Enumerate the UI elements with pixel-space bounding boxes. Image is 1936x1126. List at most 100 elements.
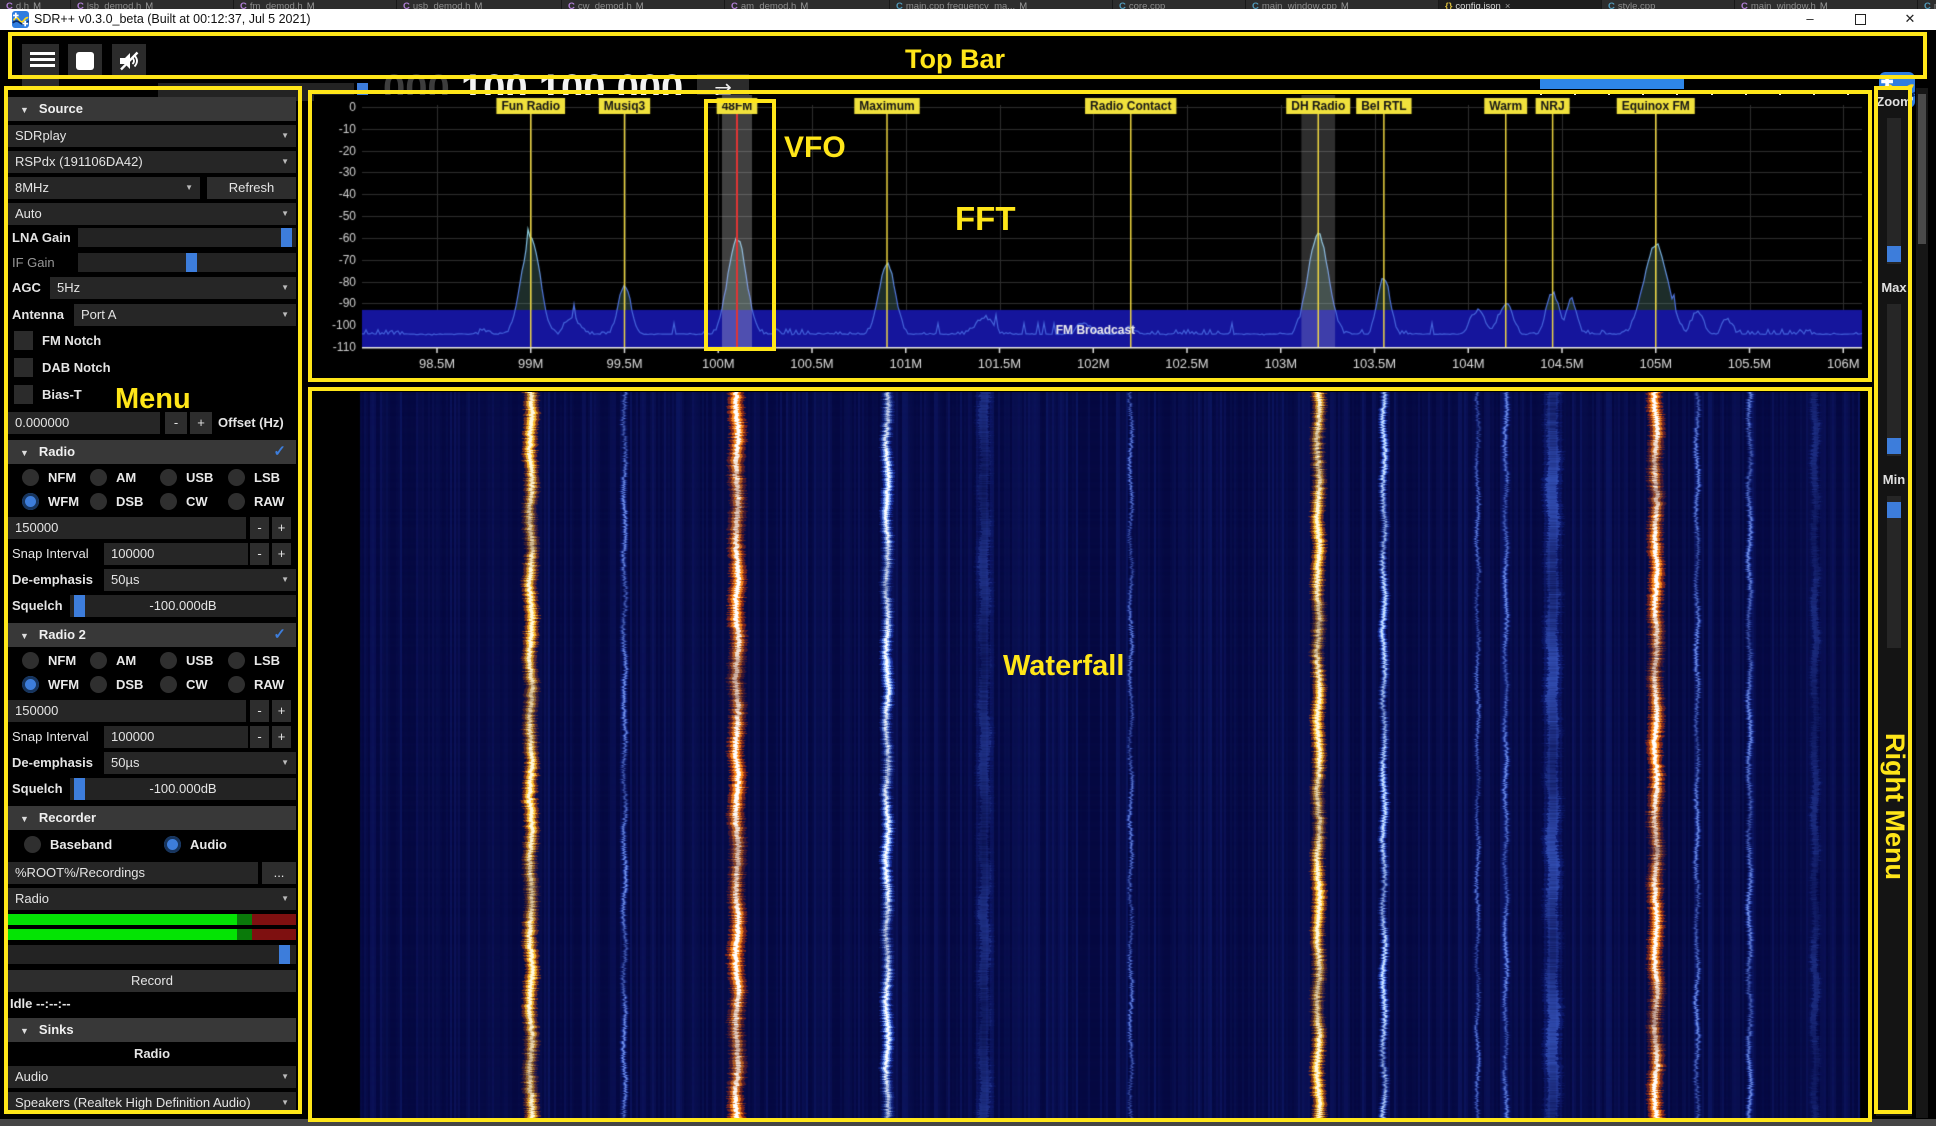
radio1-mode-radio-lsb[interactable] bbox=[228, 469, 245, 486]
editor-tab[interactable]: Ccore.cpp bbox=[1113, 0, 1246, 9]
recording-path-input[interactable]: %ROOT%/Recordings bbox=[8, 862, 258, 884]
if-gain-slider-handle[interactable] bbox=[186, 253, 197, 272]
radio2-snap-input[interactable]: 100000 bbox=[104, 726, 248, 748]
agc-mode-select[interactable]: Auto▼ bbox=[8, 203, 296, 225]
bias-t-checkbox[interactable] bbox=[14, 385, 33, 404]
editor-tab[interactable]: {}config.json× bbox=[1439, 0, 1602, 9]
radio2-mode-radio-lsb[interactable] bbox=[228, 652, 245, 669]
radio1-section-header[interactable]: ▼Radio✓ bbox=[8, 440, 296, 464]
zoom-slider[interactable] bbox=[1887, 118, 1901, 264]
lna-gain-slider[interactable] bbox=[78, 228, 296, 247]
radio2-mode-radio-raw[interactable] bbox=[228, 676, 245, 693]
radio1-mode-label-raw[interactable]: RAW bbox=[254, 494, 284, 509]
close-button[interactable]: ✕ bbox=[1890, 9, 1930, 30]
radio2-mode-label-nfm[interactable]: NFM bbox=[48, 653, 76, 668]
recorder-baseband-label[interactable]: Baseband bbox=[50, 837, 112, 852]
radio1-bw-plus-button[interactable]: + bbox=[272, 517, 291, 539]
editor-tab[interactable]: Cusb_demod.hM bbox=[397, 0, 562, 9]
fm-notch-checkbox[interactable] bbox=[14, 331, 33, 350]
radio1-mode-label-nfm[interactable]: NFM bbox=[48, 470, 76, 485]
radio1-mode-radio-nfm[interactable] bbox=[22, 469, 39, 486]
radio1-mode-label-wfm[interactable]: WFM bbox=[48, 494, 79, 509]
editor-tab[interactable]: Cfm_demod.hM bbox=[234, 0, 397, 9]
radio2-bandwidth-input[interactable]: 150000 bbox=[8, 700, 246, 722]
radio1-squelch-handle[interactable] bbox=[74, 595, 85, 617]
radio1-snap-input[interactable]: 100000 bbox=[104, 543, 248, 565]
max-slider[interactable] bbox=[1887, 304, 1901, 456]
source-section-header[interactable]: ▼Source bbox=[8, 97, 296, 121]
browse-button[interactable]: ... bbox=[262, 862, 296, 884]
radio1-snap-minus-button[interactable]: - bbox=[250, 543, 269, 565]
radio1-mode-radio-dsb[interactable] bbox=[90, 493, 107, 510]
radio2-bw-minus-button[interactable]: - bbox=[250, 700, 269, 722]
bandwidth-select[interactable]: 8MHz▼ bbox=[8, 177, 200, 199]
sinks-section-header[interactable]: ▼Sinks bbox=[8, 1018, 296, 1042]
record-button[interactable]: Record bbox=[8, 970, 296, 992]
radio2-bw-plus-button[interactable]: + bbox=[272, 700, 291, 722]
radio2-mode-label-dsb[interactable]: DSB bbox=[116, 677, 143, 692]
waterfall-display[interactable] bbox=[314, 392, 1866, 1119]
radio2-mode-radio-cw[interactable] bbox=[160, 676, 177, 693]
record-volume-slider[interactable] bbox=[8, 945, 296, 964]
scrollbar-handle[interactable] bbox=[1918, 94, 1926, 244]
radio1-bw-minus-button[interactable]: - bbox=[250, 517, 269, 539]
radio2-mode-radio-wfm[interactable] bbox=[22, 676, 39, 693]
radio1-mode-radio-usb[interactable] bbox=[160, 469, 177, 486]
radio2-squelch-slider[interactable]: -100.000dB bbox=[70, 778, 296, 800]
radio1-mode-label-am[interactable]: AM bbox=[116, 470, 136, 485]
recorder-baseband-radio[interactable] bbox=[24, 836, 41, 853]
radio2-squelch-handle[interactable] bbox=[74, 778, 85, 800]
sink-device-select[interactable]: Speakers (Realtek High Definition Audio)… bbox=[8, 1092, 296, 1114]
record-volume-handle[interactable] bbox=[279, 945, 290, 964]
recorder-audio-radio[interactable] bbox=[164, 836, 181, 853]
editor-tab[interactable]: Cstyle.cpp bbox=[1602, 0, 1735, 9]
radio2-mode-radio-dsb[interactable] bbox=[90, 676, 107, 693]
radio1-mode-label-cw[interactable]: CW bbox=[186, 494, 208, 509]
editor-tab[interactable]: Clsb_demod.hM bbox=[71, 0, 234, 9]
fft-display[interactable] bbox=[314, 95, 1866, 381]
radio2-snap-minus-button[interactable]: - bbox=[250, 726, 269, 748]
recorder-stream-select[interactable]: Radio▼ bbox=[8, 888, 296, 910]
stop-button[interactable] bbox=[68, 44, 102, 78]
radio1-snap-plus-button[interactable]: + bbox=[272, 543, 291, 565]
editor-tab[interactable]: Cmain_window.cppM bbox=[1246, 0, 1439, 9]
radio1-mode-radio-wfm[interactable] bbox=[22, 493, 39, 510]
radio1-mode-label-usb[interactable]: USB bbox=[186, 470, 213, 485]
offset-plus-button[interactable]: + bbox=[190, 412, 212, 434]
editor-tab[interactable]: Ccw_demod.hM bbox=[562, 0, 725, 9]
radio2-mode-label-cw[interactable]: CW bbox=[186, 677, 208, 692]
editor-tab[interactable]: Cmain.cpp frequency_ma...M bbox=[890, 0, 1113, 9]
sink-type-select[interactable]: Audio▼ bbox=[8, 1066, 296, 1088]
radio2-snap-plus-button[interactable]: + bbox=[272, 726, 291, 748]
min-slider[interactable] bbox=[1887, 496, 1901, 648]
mute-button[interactable] bbox=[112, 44, 146, 78]
min-slider-handle[interactable] bbox=[1887, 502, 1901, 518]
radio1-deemphasis-select[interactable]: 50µs▼ bbox=[104, 569, 296, 591]
radio2-mode-label-wfm[interactable]: WFM bbox=[48, 677, 79, 692]
recorder-audio-label[interactable]: Audio bbox=[190, 837, 227, 852]
antenna-select[interactable]: Port A▼ bbox=[74, 304, 296, 326]
editor-tab[interactable]: Cmain_window.hM bbox=[1735, 0, 1918, 9]
source-device-select[interactable]: RSPdx (191106DA42)▼ bbox=[8, 151, 296, 173]
agc-select[interactable]: 5Hz▼ bbox=[50, 277, 296, 299]
radio1-mode-label-dsb[interactable]: DSB bbox=[116, 494, 143, 509]
radio1-squelch-slider[interactable]: -100.000dB bbox=[70, 595, 296, 617]
offset-minus-button[interactable]: - bbox=[165, 412, 187, 434]
radio2-mode-radio-am[interactable] bbox=[90, 652, 107, 669]
minimize-button[interactable]: – bbox=[1790, 9, 1830, 30]
zoom-slider-handle[interactable] bbox=[1887, 246, 1901, 262]
radio2-mode-label-am[interactable]: AM bbox=[116, 653, 136, 668]
radio1-bandwidth-input[interactable]: 150000 bbox=[8, 517, 246, 539]
lna-gain-slider-handle[interactable] bbox=[281, 228, 292, 247]
radio2-deemphasis-select[interactable]: 50µs▼ bbox=[104, 752, 296, 774]
menu-toggle-button[interactable] bbox=[22, 44, 59, 86]
radio2-mode-label-lsb[interactable]: LSB bbox=[254, 653, 280, 668]
refresh-button[interactable]: Refresh bbox=[207, 177, 296, 199]
editor-tab[interactable]: Cd.hM bbox=[0, 0, 71, 9]
editor-tab[interactable]: Cam_demod.hM bbox=[725, 0, 890, 9]
editor-tab[interactable]: Cmain.cpp radio\...M bbox=[1918, 0, 1936, 9]
max-slider-handle[interactable] bbox=[1887, 438, 1901, 454]
radio2-mode-label-usb[interactable]: USB bbox=[186, 653, 213, 668]
radio1-mode-radio-am[interactable] bbox=[90, 469, 107, 486]
radio1-mode-radio-cw[interactable] bbox=[160, 493, 177, 510]
